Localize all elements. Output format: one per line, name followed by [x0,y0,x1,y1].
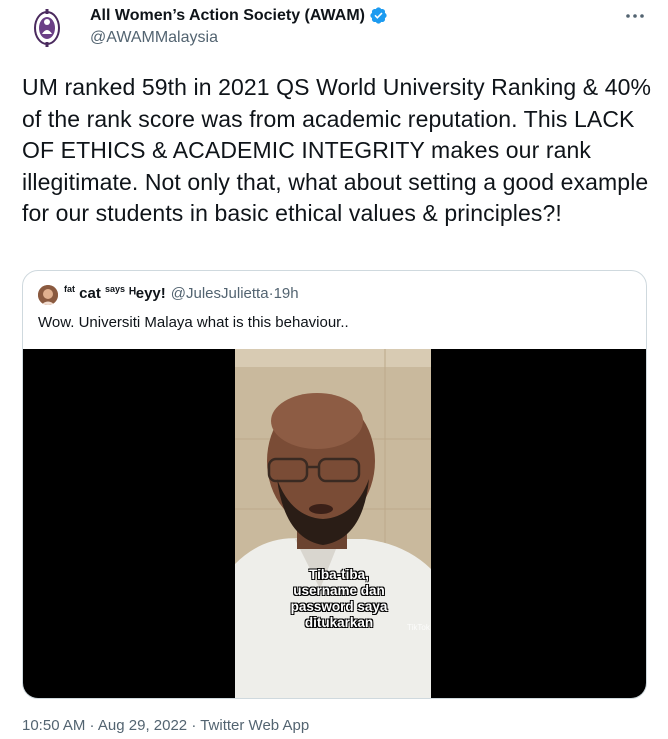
tiktok-watermark: TikTok [407,623,430,632]
quoted-header: fat cat says ᴴeyy! @JulesJulietta · 19h [64,284,299,302]
tweet-date[interactable]: Aug 29, 2022 [98,717,187,734]
quoted-avatar-image [38,285,58,305]
quoted-text: Wow. Universiti Malaya what is this beha… [38,314,349,331]
tweet-meta: 10:50 AM · Aug 29, 2022 · Twitter Web Ap… [22,717,309,734]
meta-separator-1: · [85,717,98,734]
tweet-time[interactable]: 10:50 AM [22,717,85,734]
name-sup-fat: fat [64,284,75,294]
quoted-time[interactable]: 19h [274,285,299,302]
more-horizontal-icon [626,14,644,18]
author-name-row: All Women’s Action Society (AWAM) [90,6,388,25]
more-button[interactable] [620,4,650,28]
meta-separator-2: · [187,717,201,734]
tweet-source[interactable]: Twitter Web App [200,717,309,734]
author-name[interactable]: All Women’s Action Society (AWAM) [90,7,365,25]
name-cat: cat [75,285,106,302]
quoted-author-avatar[interactable] [38,285,58,305]
quoted-tweet[interactable]: fat cat says ᴴeyy! @JulesJulietta · 19h … [22,270,647,699]
verified-badge-icon [370,7,387,24]
quoted-author-handle[interactable]: @JulesJulietta [171,285,269,302]
author-avatar[interactable] [22,3,72,53]
awam-logo-icon [34,9,60,47]
name-tail: ᴴeyy! [125,285,166,302]
tweet-text: UM ranked 59th in 2021 QS World Universi… [22,74,652,226]
video-person-image [235,349,431,698]
author-handle[interactable]: @AWAMMalaysia [90,29,218,47]
tweet: All Women’s Action Society (AWAM) @AWAMM… [0,0,668,739]
name-sup-says: says [105,284,126,294]
video-caption: Tiba-tiba, username dan password saya di… [290,567,388,630]
video-frame: Tiba-tiba, username dan password saya di… [235,349,431,698]
quoted-video[interactable]: Tiba-tiba, username dan password saya di… [23,349,646,698]
quoted-author-name[interactable]: fat cat says ᴴeyy! [64,284,166,302]
